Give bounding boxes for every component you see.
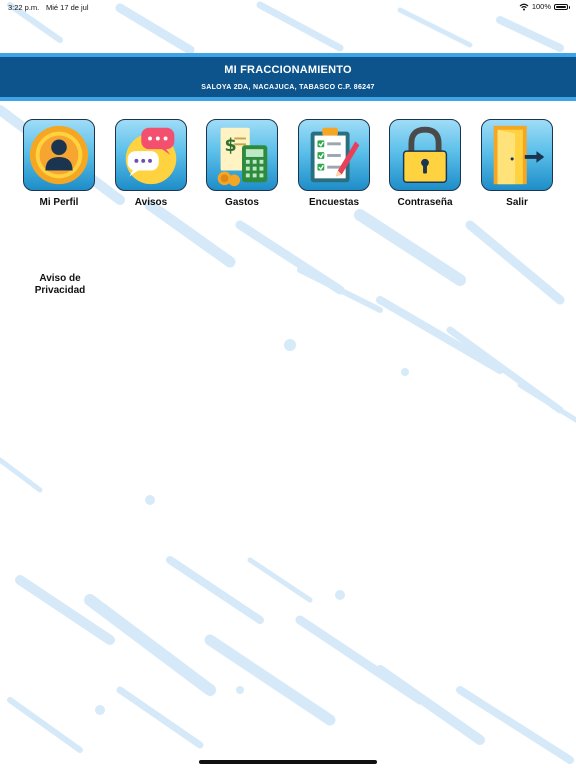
home-indicator[interactable] — [199, 760, 377, 764]
privacy-notice-link[interactable]: Aviso de Privacidad — [25, 273, 95, 297]
menu-label: Mi Perfil — [39, 197, 79, 208]
menu-label: Avisos — [134, 197, 168, 208]
menu-item-salir[interactable]: Salir — [475, 119, 559, 209]
battery-icon — [554, 3, 570, 10]
wifi-icon — [519, 3, 529, 10]
menu-item-encuestas[interactable]: Encuestas — [292, 119, 376, 209]
user-profile-icon — [23, 119, 95, 191]
clipboard-checklist-icon — [298, 119, 370, 191]
menu-label: Salir — [506, 197, 528, 208]
battery-percent: 100% — [531, 2, 551, 11]
chat-bubbles-icon — [115, 119, 187, 191]
menu-item-gastos[interactable]: $ Gastos — [200, 119, 284, 209]
menu-item-avisos[interactable]: Avisos — [109, 119, 193, 209]
background-pattern — [0, 1, 576, 764]
header-subtitle: SALOYA 2DA, NACAJUCA, TABASCO C.P. 86247 — [201, 84, 375, 91]
status-date: Mié 17 de jul — [46, 3, 89, 12]
menu-label: Contraseña — [397, 197, 453, 208]
exit-door-icon — [481, 119, 553, 191]
menu-item-mi-perfil[interactable]: Mi Perfil — [17, 119, 101, 209]
receipt-calculator-icon: $ — [206, 119, 278, 191]
menu-label: Gastos — [225, 197, 259, 208]
menu-item-contrasena[interactable]: Contraseña — [383, 119, 467, 209]
header-title: MI FRACCIONAMIENTO — [224, 64, 352, 76]
app-header: MI FRACCIONAMIENTO SALOYA 2DA, NACAJUCA,… — [0, 53, 576, 101]
padlock-icon — [389, 119, 461, 191]
status-bar: 3:22 p.m. Mié 17 de jul 100% — [0, 0, 576, 14]
status-time: 3:22 p.m. — [8, 3, 40, 12]
menu-label: Encuestas — [308, 197, 360, 208]
